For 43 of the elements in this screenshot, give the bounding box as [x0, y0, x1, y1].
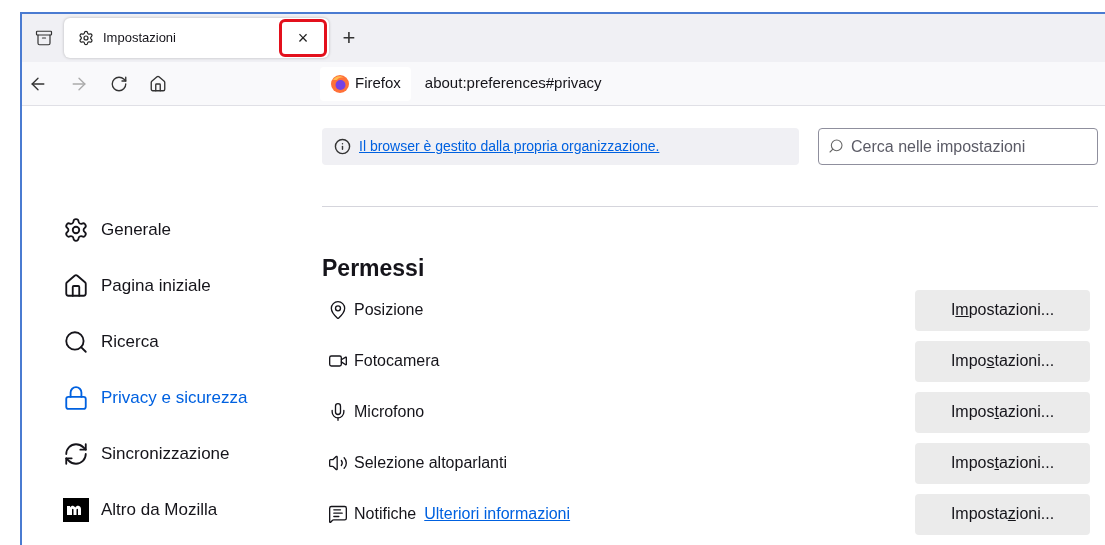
search-icon — [828, 138, 844, 154]
mozilla-icon — [63, 498, 89, 522]
managed-browser-link[interactable]: Il browser è gestito dalla propria organizzazione. — [359, 136, 660, 157]
tab-title: Impostazioni — [103, 29, 177, 48]
identity-box[interactable]: Firefox — [320, 66, 411, 101]
sidebar-item[interactable]: Pagina iniziale — [62, 258, 322, 314]
settings-button[interactable]: Impostazioni... — [915, 391, 1090, 433]
permission-label: Fotocamera — [354, 351, 440, 371]
sidebar-item[interactable]: Sincronizzazione — [62, 426, 322, 482]
identity-label: Firefox — [355, 73, 401, 94]
url-text[interactable]: about:preferences#privacy — [424, 72, 602, 95]
settings-button[interactable]: Impostazioni... — [915, 493, 1090, 535]
sidebar-item[interactable]: Generale — [62, 202, 322, 258]
permission-label: Notifiche — [354, 504, 417, 524]
browser-tab[interactable]: Impostazioni × — [64, 18, 329, 58]
reload-icon[interactable] — [110, 74, 128, 93]
close-tab-button[interactable]: × — [279, 19, 327, 57]
settings-icon — [78, 30, 94, 46]
pin-icon — [328, 300, 348, 320]
section-title: Permessi — [322, 254, 426, 283]
sidebar-item[interactable]: Altro da Mozilla — [62, 482, 322, 538]
home-icon[interactable] — [149, 74, 167, 93]
permission-label: Posizione — [354, 300, 424, 320]
lock-icon — [63, 385, 89, 411]
new-tab-button[interactable]: + — [335, 24, 363, 52]
more-info-link[interactable]: Ulteriori informazioni — [424, 502, 571, 526]
home-icon — [63, 273, 89, 299]
sync-icon — [63, 441, 89, 467]
settings-button[interactable]: Impostazioni... — [915, 442, 1090, 484]
info-icon — [334, 138, 351, 155]
speaker-icon — [328, 453, 348, 473]
gear-icon — [63, 217, 89, 243]
tab-list-icon[interactable] — [35, 29, 53, 47]
settings-button[interactable]: Impostazioni... — [915, 289, 1090, 331]
search-field[interactable]: Cerca nelle impostazioni — [818, 128, 1098, 165]
search-icon — [63, 329, 89, 355]
permission-label: Microfono — [354, 402, 425, 422]
settings-button[interactable]: Impostazioni... — [915, 340, 1090, 382]
sidebar-item[interactable]: Privacy e sicurezza — [62, 370, 322, 426]
chat-icon — [328, 504, 348, 524]
sidebar-item[interactable]: Ricerca — [62, 314, 322, 370]
permission-label: Selezione altoparlanti — [354, 453, 507, 473]
firefox-logo-icon — [330, 73, 350, 94]
